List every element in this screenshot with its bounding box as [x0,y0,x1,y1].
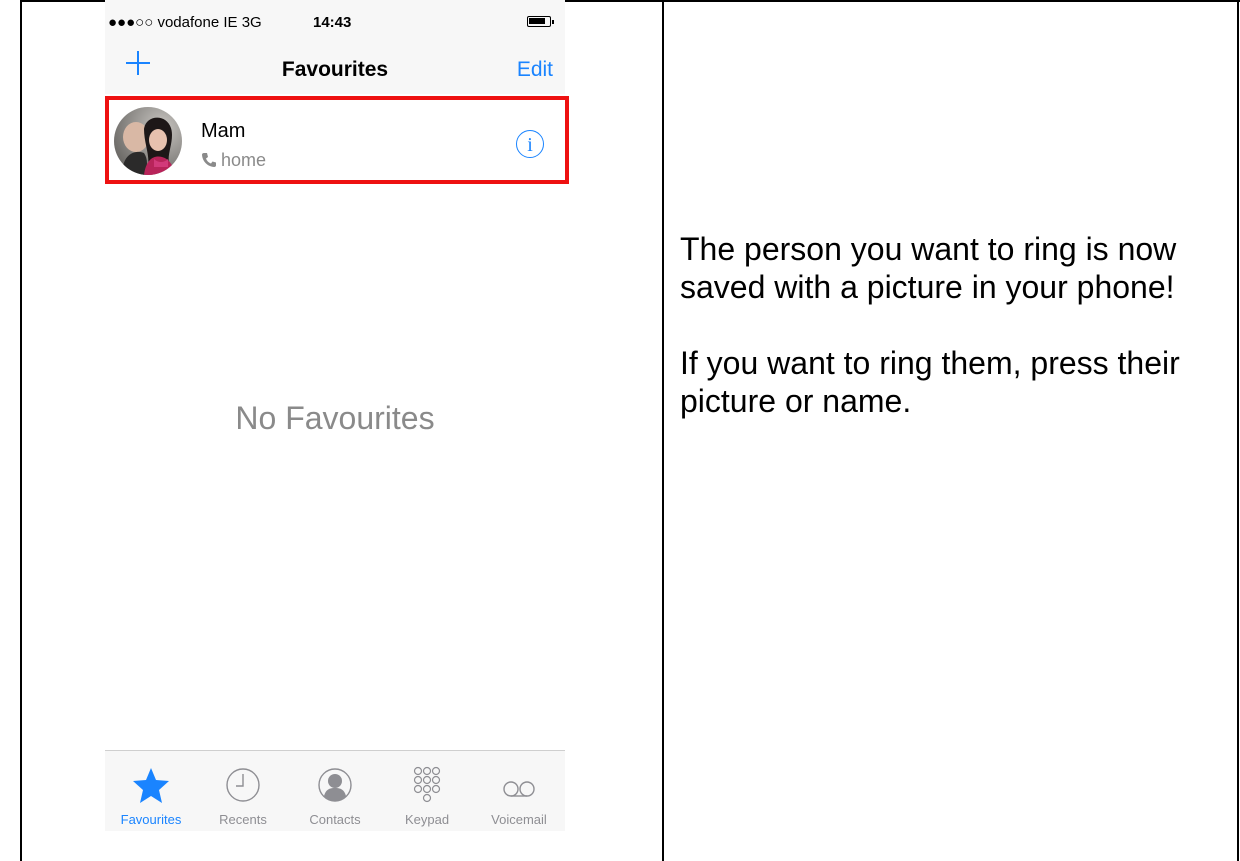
empty-state-message: No Favourites [235,400,435,436]
tab-keypad[interactable]: Keypad [381,751,473,831]
carrier-label: ●●●○○ vodafone IE 3G [108,14,262,31]
voicemail-icon [503,781,535,797]
contact-name[interactable]: Mam [201,120,245,143]
tab-label: Keypad [404,812,450,827]
navigation-bar: Favourites Edit [105,30,565,94]
page-title: Favourites [281,58,389,81]
tab-label: Voicemail [491,812,547,827]
tab-label: Contacts [309,812,361,827]
table-column-divider [662,0,664,861]
phone-icon [201,152,217,168]
clock: 14:43 [313,14,352,31]
favourite-row[interactable]: Mam home i [105,96,569,184]
tab-contacts[interactable]: Contacts [289,751,381,831]
tab-recents[interactable]: Recents [197,751,289,831]
edit-button[interactable]: Edit [517,58,553,82]
contact-type-label: home [221,150,267,170]
tab-voicemail[interactable]: Voicemail [473,751,565,831]
info-icon[interactable]: i [516,130,544,158]
instruction-paragraph-1: The person you want to ring is now saved… [680,231,1177,305]
keypad-icon [413,766,441,803]
table-left-border [20,0,22,861]
contact-photo[interactable] [114,107,182,175]
person-icon [318,768,352,802]
battery-icon [527,16,554,27]
tab-label: Favourites [120,812,182,827]
star-icon [133,768,169,803]
tab-favourites[interactable]: Favourites [105,751,197,831]
instruction-text: The person you want to ring is now saved… [680,230,1225,458]
tab-bar: Favourites Recents Contacts Keypad Voice… [105,750,565,831]
contact-number-type: home [201,150,266,171]
status-bar: ●●●○○ vodafone IE 3G 14:43 [105,0,565,31]
clock-icon [226,768,260,802]
instruction-paragraph-2: If you want to ring them, press their pi… [680,345,1180,419]
tab-label: Recents [219,812,267,827]
phone-screenshot: ●●●○○ vodafone IE 3G 14:43 Favourites Ed… [105,0,569,831]
table-right-border [1237,0,1239,861]
